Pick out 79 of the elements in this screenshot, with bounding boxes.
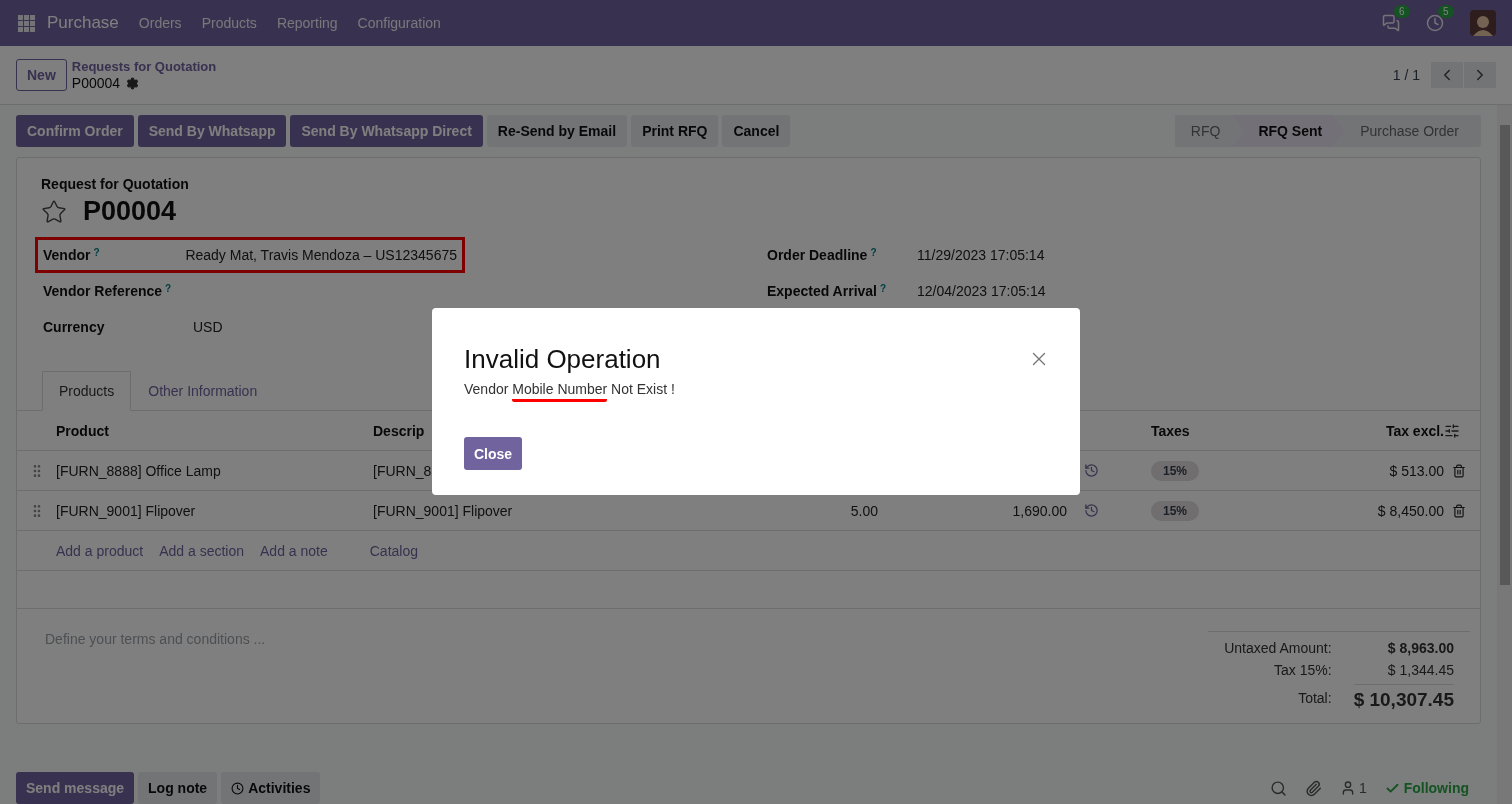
chatter-button[interactable]: Send message — [16, 772, 135, 804]
app-name[interactable]: Purchase — [47, 13, 119, 33]
activity-count-badge: 5 — [1438, 5, 1454, 18]
scrollbar[interactable] — [1497, 105, 1512, 804]
table-cell-text: [FURN_9001] Flipover — [373, 502, 514, 519]
action-button[interactable]: Confirm Order — [16, 115, 134, 147]
form-subtitle: Request for Quotation — [41, 176, 190, 192]
chatter-button[interactable]: Log note — [138, 772, 218, 804]
table-cell-text: [FURN_8 — [373, 462, 433, 479]
column-header[interactable]: Taxes — [1151, 422, 1301, 439]
delete-icon[interactable] — [1452, 503, 1466, 518]
menu-item[interactable]: Products — [201, 15, 257, 31]
delete-icon[interactable] — [1452, 463, 1466, 478]
field-label: Order Deadline $^{?}$ — [767, 247, 878, 263]
field-label: Currency — [43, 319, 106, 335]
action-button[interactable]: Send By Whatsapp — [137, 115, 287, 147]
field-value[interactable]: 11/29/2023 17:05:14 — [917, 247, 1045, 263]
add-line-link[interactable]: Add a section — [159, 542, 244, 559]
total-value: $ 10,307.45 — [1353, 684, 1454, 711]
followers-count[interactable]: 1 — [1339, 780, 1367, 796]
table-cell-text: $ 8,450.00 — [1376, 502, 1444, 519]
form-tab[interactable]: Products — [42, 371, 132, 411]
table-cell-text: 1,690.00 — [1011, 502, 1067, 519]
total-label: Tax 15%: — [1273, 662, 1332, 678]
next-button[interactable] — [1464, 62, 1496, 88]
search-icon[interactable] — [1269, 779, 1287, 797]
breadcrumb-link[interactable]: Requests for Quotation — [71, 59, 217, 75]
field-value[interactable]: USD — [193, 319, 223, 335]
record-title: P00004 — [83, 196, 177, 227]
clock-icon — [231, 781, 245, 795]
menu-item[interactable]: Orders — [138, 15, 182, 31]
history-icon[interactable] — [1084, 503, 1099, 518]
message-count-badge: 6 — [1394, 5, 1410, 18]
paperclip-icon[interactable] — [1304, 779, 1322, 797]
total-label: Untaxed Amount: — [1223, 640, 1332, 656]
add-line-link[interactable]: Catalog — [369, 542, 418, 559]
pager-value: 1 / 1 — [1392, 67, 1420, 83]
add-line-link[interactable]: Add a product — [56, 542, 144, 559]
dialog-title: Invalid Operation — [464, 344, 661, 375]
record-name: P00004 — [71, 75, 121, 91]
form-tab[interactable]: Other Information — [131, 371, 275, 411]
action-button[interactable]: Print RFQ — [631, 115, 719, 147]
star-icon[interactable] — [41, 198, 67, 225]
dialog-message: Vendor Mobile Number Not Exist ! — [464, 381, 675, 403]
column-settings-icon[interactable] — [1444, 422, 1460, 439]
menu-item[interactable]: Reporting — [276, 15, 338, 31]
table-cell-text: 5.00 — [849, 502, 878, 519]
field-label: Vendor Reference $^{?}$ — [43, 283, 173, 299]
action-button[interactable]: Cancel — [722, 115, 791, 147]
chatter-button[interactable]: Activities — [221, 772, 321, 804]
table-cell-text: [FURN_9001] Flipover — [56, 502, 197, 519]
action-button[interactable]: Re-Send by Email — [486, 115, 628, 147]
total-label: Total: — [1297, 689, 1332, 706]
user-avatar[interactable] — [1470, 10, 1496, 36]
new-button[interactable]: New — [16, 59, 67, 91]
table-cell-text: $ 513.00 — [1388, 462, 1444, 479]
chat-icon[interactable] — [1382, 14, 1400, 32]
clock-icon[interactable] — [1426, 14, 1444, 32]
following-link[interactable]: Following — [1384, 780, 1469, 796]
add-line-link[interactable]: Add a note — [260, 542, 328, 559]
column-header[interactable]: Tax excl. — [1301, 422, 1444, 439]
tax-tag: 15% — [1151, 500, 1200, 521]
field-label: Vendor $^{?}$ — [43, 247, 101, 263]
column-header[interactable]: Product — [56, 422, 373, 439]
table-cell-text: [FURN_8888] Office Lamp — [56, 462, 222, 479]
field-value[interactable]: 12/04/2023 17:05:14 — [917, 283, 1046, 299]
status-stage[interactable]: RFQ Sent — [1232, 115, 1345, 147]
action-button[interactable]: Send By Whatsapp Direct — [290, 115, 483, 147]
history-icon[interactable] — [1084, 463, 1099, 478]
total-value: $ 1,344.45 — [1386, 662, 1454, 678]
previous-button[interactable] — [1431, 62, 1463, 88]
total-value: $ 8,963.00 — [1386, 640, 1454, 656]
field-value[interactable]: Ready Mat, Travis Mendoza – US12345675 — [185, 247, 457, 263]
tax-tag: 15% — [1151, 460, 1200, 481]
field-label: Expected Arrival $^{?}$ — [767, 283, 888, 299]
apps-grid-icon[interactable] — [18, 14, 35, 32]
settings-icon[interactable] — [126, 76, 140, 90]
close-button[interactable]: Close — [464, 437, 523, 470]
menu-item[interactable]: Configuration — [357, 15, 441, 31]
